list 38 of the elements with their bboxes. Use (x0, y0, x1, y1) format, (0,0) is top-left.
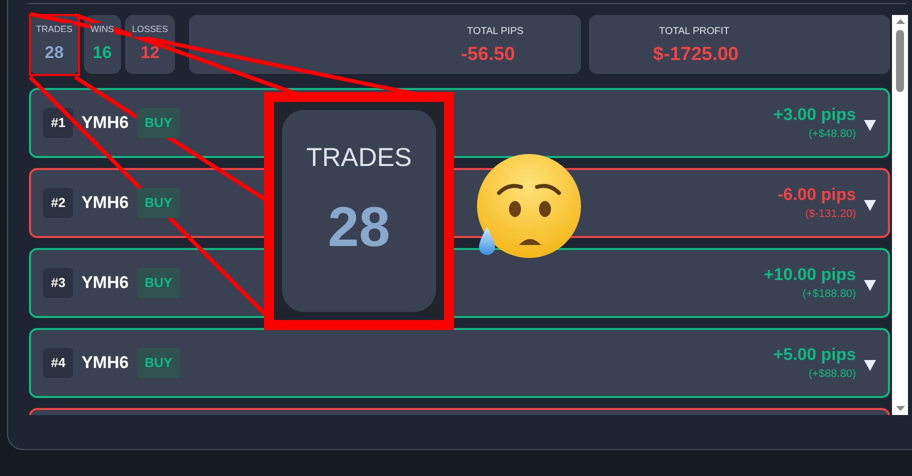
total-value: $-1725.00 (653, 43, 739, 67)
scroll-up-icon[interactable] (896, 19, 904, 24)
trade-pips: +10.00 pips (764, 264, 856, 286)
stat-value: 16 (92, 42, 112, 64)
caret-icon[interactable] (864, 200, 876, 210)
trade-number: #1 (43, 108, 74, 138)
trade-symbol: YMH6 (81, 352, 129, 374)
total-value: -56.50 (461, 43, 515, 67)
trade-number: #4 (43, 348, 74, 378)
trade-profit: (+$88.80) (808, 368, 856, 382)
trade-pips: +3.00 pips (773, 104, 856, 126)
stat-label: LOSSES (132, 23, 168, 36)
trade-profit: (+$48.80) (808, 128, 856, 142)
side-badge: BUY (136, 348, 180, 378)
side-badge: BUY (136, 188, 180, 218)
trade-symbol: YMH6 (81, 272, 129, 294)
trade-symbol: YMH6 (81, 192, 129, 214)
trade-number: #3 (43, 268, 74, 298)
caret-icon[interactable] (864, 120, 876, 130)
stat-value: 28 (44, 42, 64, 64)
caret-icon[interactable] (864, 280, 876, 290)
trade-pips: +5.00 pips (773, 344, 856, 366)
stat-label: WINS (90, 23, 114, 36)
stat-value: 12 (140, 42, 160, 64)
total-label: TOTAL PROFIT (659, 25, 730, 39)
side-badge: BUY (136, 108, 180, 138)
trade-pips: -6.00 pips (778, 184, 856, 206)
trade-card[interactable]: #4 YMH6 BUY +5.00 pips (+$88.80) (29, 328, 890, 398)
total-label: TOTAL PIPS (467, 25, 524, 39)
trade-number: #2 (43, 188, 74, 218)
trade-symbol: YMH6 (81, 112, 129, 134)
trade-profit: ($-131.20) (805, 208, 856, 222)
caret-icon[interactable] (864, 360, 876, 370)
scrollbar-thumb[interactable] (896, 30, 904, 92)
scrollbar[interactable] (892, 15, 908, 415)
trade-profit: (+$188.80) (802, 288, 856, 302)
side-badge: BUY (136, 268, 180, 298)
scroll-down-icon[interactable] (896, 406, 904, 411)
